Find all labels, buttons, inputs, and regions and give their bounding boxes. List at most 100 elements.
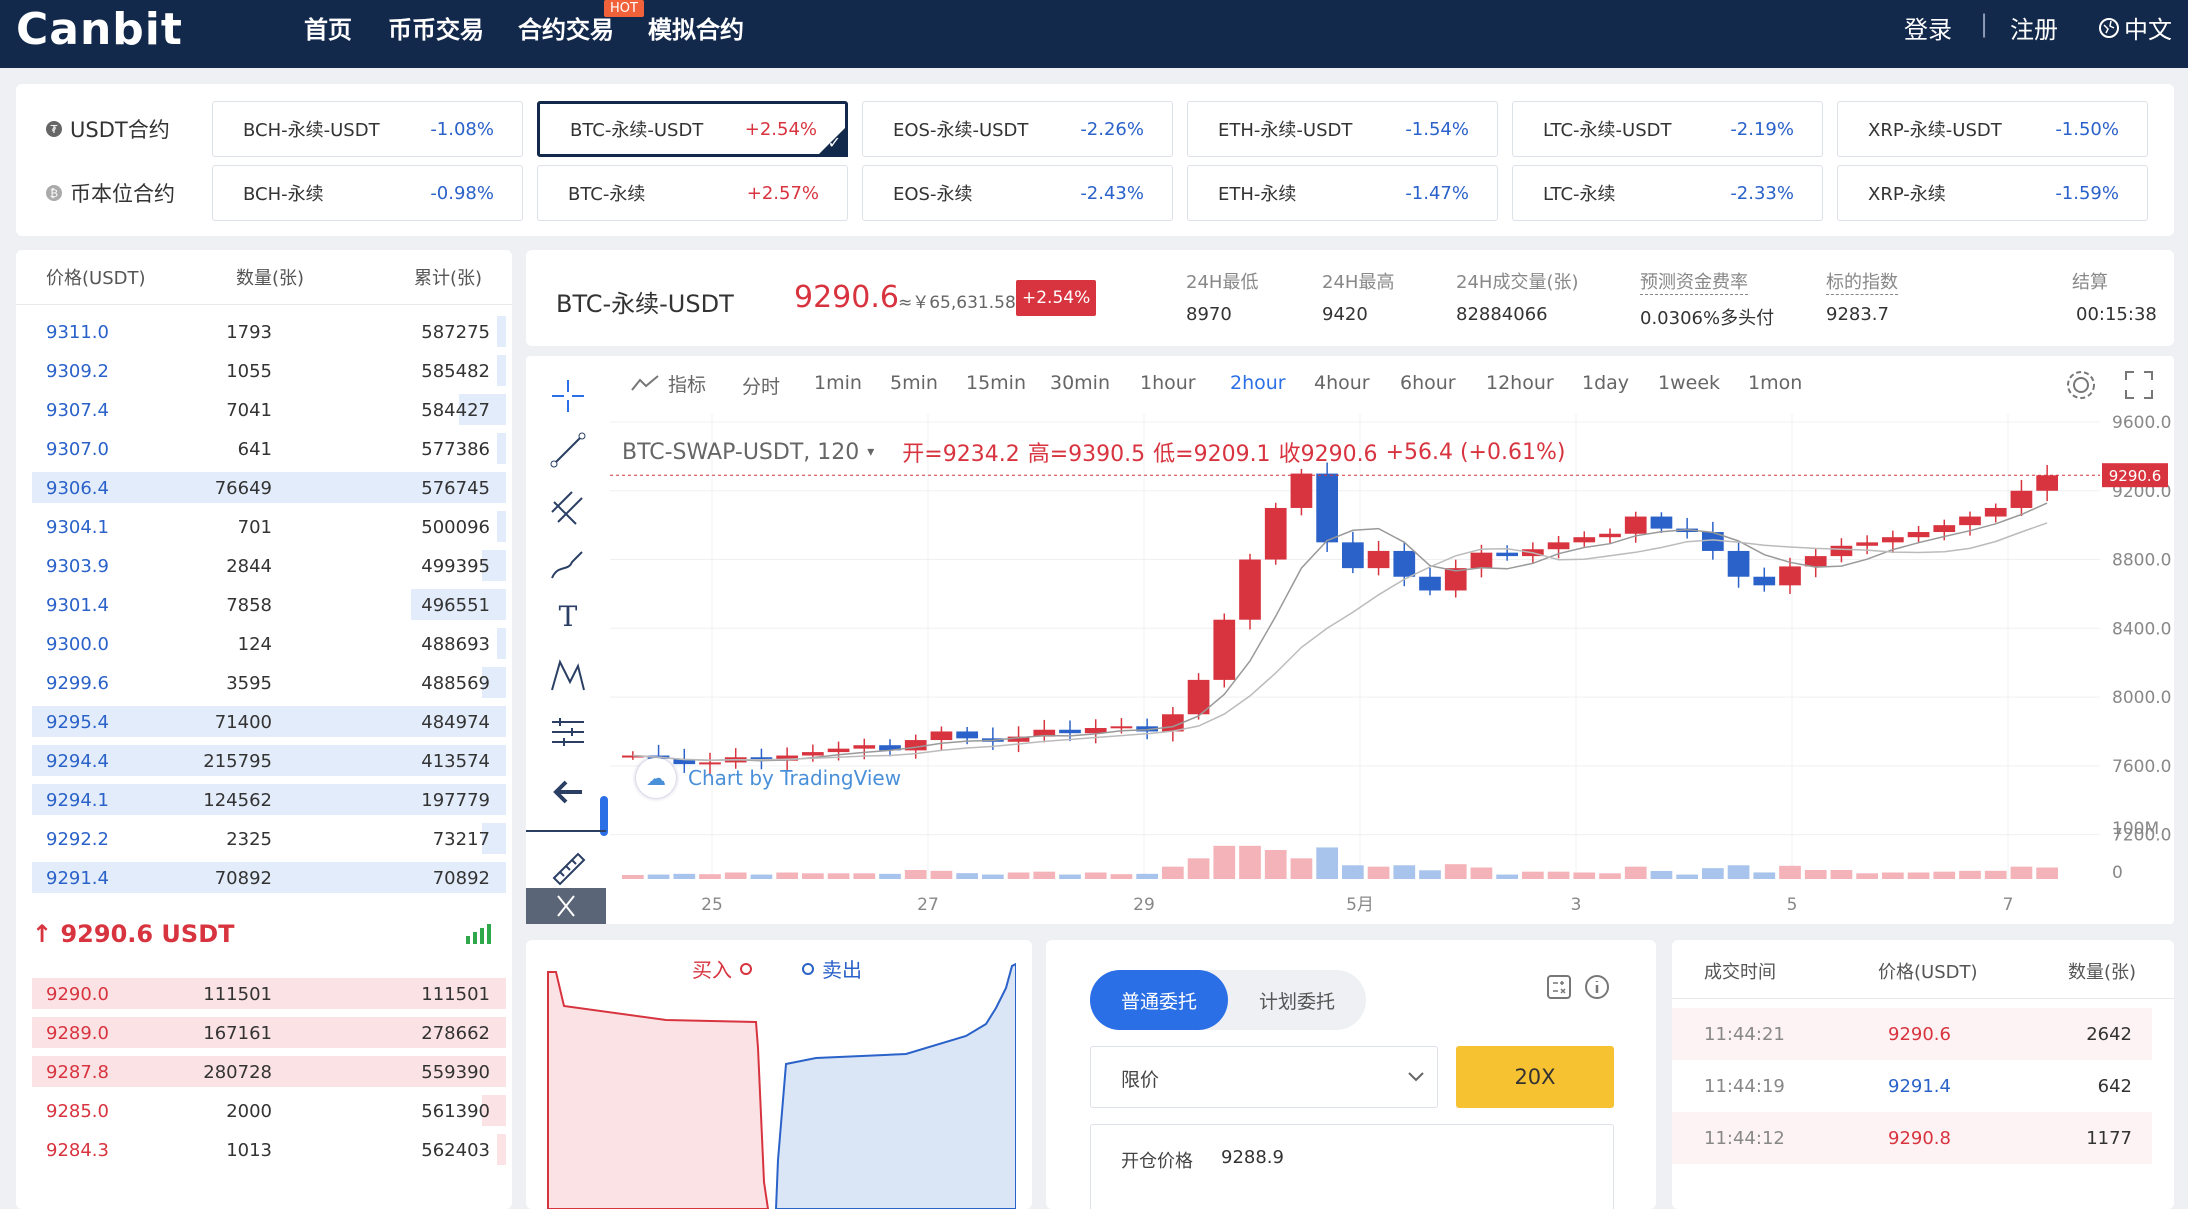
volume-bar xyxy=(2010,866,2033,879)
coin-contract-label[interactable]: ₿ 币本位合约 xyxy=(46,178,175,208)
calculator-icon[interactable] xyxy=(1546,974,1572,1000)
symbol-title[interactable]: BTC-永续-USDT xyxy=(556,284,734,319)
nav-home[interactable]: 首页 xyxy=(304,10,352,45)
ticker-row1-1[interactable]: BTC-永续-USDT +2.54% ✓ xyxy=(537,101,848,157)
timeframe-6hour[interactable]: 6hour xyxy=(1400,372,1456,394)
logo[interactable]: Canbit xyxy=(16,4,183,55)
login-link[interactable]: 登录 xyxy=(1904,10,1952,45)
timeframe-5min[interactable]: 5min xyxy=(890,372,938,394)
timeframe-1day[interactable]: 1day xyxy=(1582,372,1629,394)
stat-label: 24H成交量(张) xyxy=(1456,272,1579,293)
tab-plan-order[interactable]: 计划委托 xyxy=(1228,970,1366,1030)
volume-bar xyxy=(1342,865,1364,879)
leverage-button[interactable]: 20X xyxy=(1456,1046,1614,1108)
orderbook-row[interactable]: 9287.8 280728 559390 xyxy=(32,1054,506,1089)
volume-bar xyxy=(1059,874,1081,879)
volume-bar xyxy=(1907,872,1930,879)
orderbook-row[interactable]: 9307.4 7041 584427 xyxy=(32,392,506,427)
orderbook-row[interactable]: 9303.9 2844 499395 xyxy=(32,548,506,583)
usdt-contract-label[interactable]: ₮ USDT合约 xyxy=(46,114,170,144)
orderbook-row[interactable]: 9301.4 7858 496551 xyxy=(32,587,506,622)
tab-normal-order[interactable]: 普通委托 xyxy=(1090,970,1228,1030)
orderbook-row[interactable]: 9304.1 701 500096 xyxy=(32,509,506,544)
register-link[interactable]: 注册 xyxy=(2010,10,2058,45)
ob-price: 9300.0 xyxy=(46,634,109,655)
orderbook-row[interactable]: 9284.3 1013 562403 xyxy=(32,1132,506,1167)
ob-qty: 70892 xyxy=(214,868,272,889)
measure-tool-icon[interactable] xyxy=(548,712,588,752)
collapse-toolbar-button[interactable] xyxy=(526,888,606,924)
nav-simulated[interactable]: 模拟合约 xyxy=(648,10,744,45)
ob-price: 9304.1 xyxy=(46,517,109,538)
orderbook-row[interactable]: 9299.6 3595 488569 xyxy=(32,665,506,700)
price-chart[interactable]: 9600.09200.08800.08400.08000.07600.07200… xyxy=(610,414,2174,924)
ticker-row1-5[interactable]: XRP-永续-USDT -1.50% xyxy=(1837,101,2148,157)
ticker-row1-3[interactable]: ETH-永续-USDT -1.54% xyxy=(1187,101,1498,157)
timeframe-分时[interactable]: 分时 xyxy=(742,372,780,399)
timeframe-1min[interactable]: 1min xyxy=(814,372,862,394)
stat-label[interactable]: 预测资金费率 xyxy=(1640,268,1748,295)
nav-spot[interactable]: 币币交易 xyxy=(388,10,484,45)
ob-qty: 1055 xyxy=(226,361,272,382)
order-type-select[interactable]: 限价 xyxy=(1090,1046,1438,1108)
x-tick-label: 7 xyxy=(2003,895,2014,915)
timeframe-30min[interactable]: 30min xyxy=(1050,372,1110,394)
ticker-row1-0[interactable]: BCH-永续-USDT -1.08% xyxy=(212,101,523,157)
orderbook-row[interactable]: 9289.0 167161 278662 xyxy=(32,1015,506,1050)
ticker-row1-4[interactable]: LTC-永续-USDT -2.19% xyxy=(1512,101,1823,157)
language-switch[interactable]: 中文 xyxy=(2098,10,2172,45)
orderbook-row[interactable]: 9291.4 70892 70892 xyxy=(32,860,506,895)
fullscreen-icon[interactable] xyxy=(2124,370,2154,400)
nav-contract[interactable]: 合约交易 xyxy=(518,10,614,45)
orderbook-row[interactable]: 9292.2 2325 73217 xyxy=(32,821,506,856)
ticker-row2-1[interactable]: BTC-永续 +2.57% xyxy=(537,165,848,221)
text-tool-icon[interactable]: T xyxy=(548,600,588,640)
orderbook-row[interactable]: 9300.0 124 488693 xyxy=(32,626,506,661)
timeframe-1mon[interactable]: 1mon xyxy=(1748,372,1802,394)
depth-bar xyxy=(496,433,506,464)
ticker-row2-2[interactable]: EOS-永续 -2.43% xyxy=(862,165,1173,221)
pattern-tool-icon[interactable] xyxy=(548,656,588,696)
settings-icon[interactable] xyxy=(2064,368,2098,402)
timeframe-1hour[interactable]: 1hour xyxy=(1140,372,1196,394)
volume-bar xyxy=(2036,867,2058,879)
crosshair-tool-icon[interactable] xyxy=(548,376,588,416)
ob-qty: 124 xyxy=(237,634,272,655)
ticker-row1-2[interactable]: EOS-永续-USDT -2.26% xyxy=(862,101,1173,157)
timeframe-2hour[interactable]: 2hour xyxy=(1230,372,1286,394)
ticker-change: +2.57% xyxy=(746,182,819,204)
timeframe-12hour[interactable]: 12hour xyxy=(1486,372,1554,394)
orderbook-row[interactable]: 9294.1 124562 197779 xyxy=(32,782,506,817)
open-price-input[interactable]: 开仓价格 9288.9 xyxy=(1090,1124,1614,1209)
orderbook-row[interactable]: 9311.0 1793 587275 xyxy=(32,314,506,349)
orderbook-row[interactable]: 9285.0 2000 561390 xyxy=(32,1093,506,1128)
timeframe-4hour[interactable]: 4hour xyxy=(1314,372,1370,394)
brush-tool-icon[interactable] xyxy=(548,544,588,584)
back-arrow-icon[interactable] xyxy=(548,772,588,812)
ticker-row2-3[interactable]: ETH-永续 -1.47% xyxy=(1187,165,1498,221)
orderbook-row[interactable]: 9290.0 111501 111501 xyxy=(32,976,506,1011)
orderbook-row[interactable]: 9307.0 641 577386 xyxy=(32,431,506,466)
ticker-row2-0[interactable]: BCH-永续 -0.98% xyxy=(212,165,523,221)
trendline-tool-icon[interactable] xyxy=(548,430,588,470)
stat-label: 24H最高 xyxy=(1322,272,1395,293)
candle-body xyxy=(1316,473,1338,543)
ob-price: 9294.4 xyxy=(46,751,109,772)
ticker-row2-4[interactable]: LTC-永续 -2.33% xyxy=(1512,165,1823,221)
indicator-button[interactable]: 指标 xyxy=(630,370,706,397)
tradingview-watermark[interactable]: ☁ Chart by TradingView xyxy=(636,758,901,798)
trade-price: 9291.4 xyxy=(1888,1076,1951,1097)
ticker-row2-5[interactable]: XRP-永续 -1.59% xyxy=(1837,165,2148,221)
orderbook-row[interactable]: 9294.4 215795 413574 xyxy=(32,743,506,778)
orderbook-row[interactable]: 9295.4 71400 484974 xyxy=(32,704,506,739)
orderbook-row[interactable]: 9309.2 1055 585482 xyxy=(32,353,506,388)
orderbook-row[interactable]: 9306.4 76649 576745 xyxy=(32,470,506,505)
timeframe-15min[interactable]: 15min xyxy=(966,372,1026,394)
stat-label[interactable]: 标的指数 xyxy=(1826,268,1898,295)
fib-tool-icon[interactable] xyxy=(548,488,588,528)
ticker-change: -2.43% xyxy=(1080,182,1144,204)
info-icon[interactable] xyxy=(1584,974,1610,1000)
depth-chart[interactable] xyxy=(546,960,1016,1209)
timeframe-1week[interactable]: 1week xyxy=(1658,372,1720,394)
ruler-tool-icon[interactable] xyxy=(548,848,588,888)
